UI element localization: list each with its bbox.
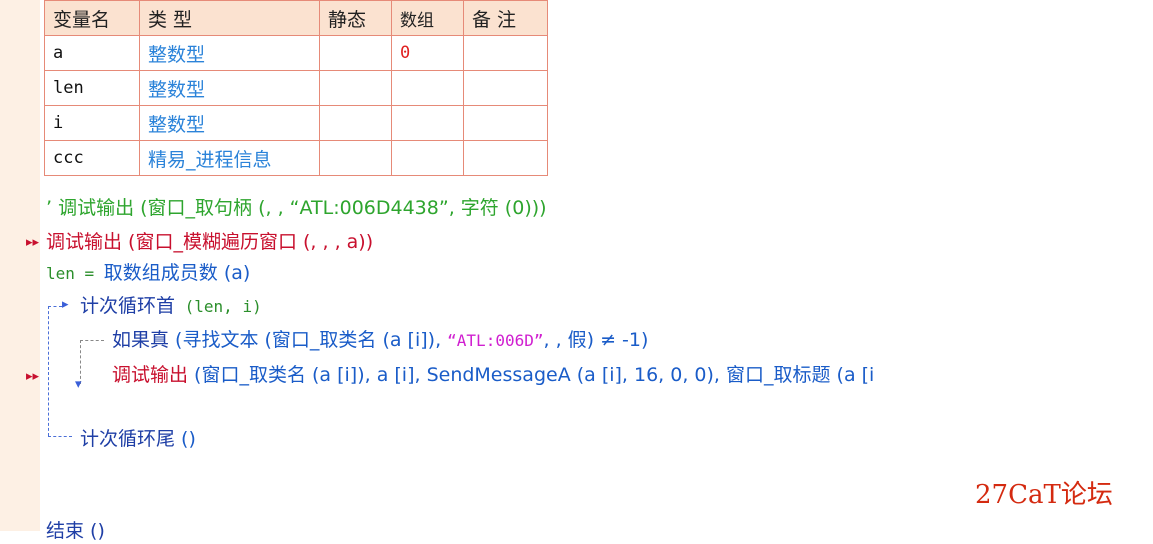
header-array: 数组 — [391, 0, 464, 36]
loop-keyword: 计次循环首 — [80, 295, 176, 317]
line-gutter — [0, 0, 40, 531]
var-array[interactable] — [391, 105, 464, 141]
variable-row[interactable]: i 整数型 — [44, 105, 548, 141]
if-line[interactable]: 如果真 (寻找文本 (窗口_取类名 (a [i]), “ATL:006D”, ,… — [112, 327, 648, 354]
loop-guide-bottom — [48, 436, 72, 437]
header-name: 变量名 — [44, 0, 140, 36]
if-string-literal: “ATL:006D” — [447, 331, 544, 350]
var-name[interactable]: ccc — [44, 140, 140, 176]
var-type[interactable]: 整数型 — [139, 70, 320, 106]
var-note[interactable] — [463, 70, 548, 106]
breakpoint-marker-icon[interactable]: ▸▸ — [26, 369, 39, 384]
loop-guide-top — [48, 306, 62, 307]
var-array[interactable]: 0 — [391, 35, 464, 71]
loop-arrow-icon: ▸ — [62, 297, 69, 312]
var-name[interactable]: i — [44, 105, 140, 141]
assign-expr: 取数组成员数 (a) — [103, 262, 251, 284]
var-name[interactable]: len — [44, 70, 140, 106]
loop-args: (len, i) — [175, 297, 262, 316]
watermark-logo: 27CaT论坛 — [975, 480, 1113, 510]
var-static[interactable] — [319, 105, 392, 141]
if-keyword: 如果真 — [112, 329, 170, 351]
loop-end-args: () — [175, 428, 196, 450]
assign-target: len = — [46, 264, 104, 283]
header-type: 类 型 — [139, 0, 320, 36]
debug-output-line[interactable]: 调试输出 (窗口_模糊遍历窗口 (, , , a)) — [46, 229, 373, 255]
if-arrow-icon: ▾ — [75, 377, 82, 392]
loop-start-line[interactable]: 计次循环首 (len, i) — [80, 293, 262, 320]
debug-output-line-2[interactable]: 调试输出 (窗口_取类名 (a [i]), a [i], SendMessage… — [112, 362, 874, 388]
if-guide-top — [80, 340, 104, 341]
header-note: 备 注 — [463, 0, 548, 36]
assign-line[interactable]: len = 取数组成员数 (a) — [46, 260, 250, 287]
var-type[interactable]: 整数型 — [139, 105, 320, 141]
loop-end-line[interactable]: 计次循环尾 () — [80, 426, 196, 452]
loop-end-keyword: 计次循环尾 — [80, 428, 176, 450]
if-condition-1: (寻找文本 (窗口_取类名 (a [i]), — [169, 329, 448, 351]
loop-guide-vertical — [48, 306, 49, 436]
variable-row[interactable]: a 整数型 0 — [44, 35, 548, 71]
var-name[interactable]: a — [44, 35, 140, 71]
call-keyword: 调试输出 — [112, 364, 189, 386]
var-static[interactable] — [319, 35, 392, 71]
comment-line[interactable]: ’ 调试输出 (窗口_取句柄 (, , “ATL:006D4438”, 字符 (… — [46, 195, 547, 221]
var-note[interactable] — [463, 35, 548, 71]
variable-row[interactable]: ccc 精易_进程信息 — [44, 140, 548, 176]
var-array[interactable] — [391, 140, 464, 176]
var-note[interactable] — [463, 105, 548, 141]
breakpoint-marker-icon[interactable]: ▸▸ — [26, 235, 39, 250]
header-static: 静态 — [319, 0, 392, 36]
var-static[interactable] — [319, 140, 392, 176]
end-line[interactable]: 结束 () — [46, 518, 105, 544]
if-condition-2: , , 假) ≠ -1) — [543, 329, 649, 351]
variable-table: 变量名 类 型 静态 数组 备 注 a 整数型 0 len 整数型 i 整数型 … — [44, 0, 548, 176]
var-static[interactable] — [319, 70, 392, 106]
var-note[interactable] — [463, 140, 548, 176]
variable-row[interactable]: len 整数型 — [44, 70, 548, 106]
variable-table-header: 变量名 类 型 静态 数组 备 注 — [44, 0, 548, 36]
var-type[interactable]: 精易_进程信息 — [139, 140, 320, 176]
call-args: (窗口_取类名 (a [i]), a [i], SendMessageA (a … — [188, 364, 875, 386]
var-array[interactable] — [391, 70, 464, 106]
var-type[interactable]: 整数型 — [139, 35, 320, 71]
